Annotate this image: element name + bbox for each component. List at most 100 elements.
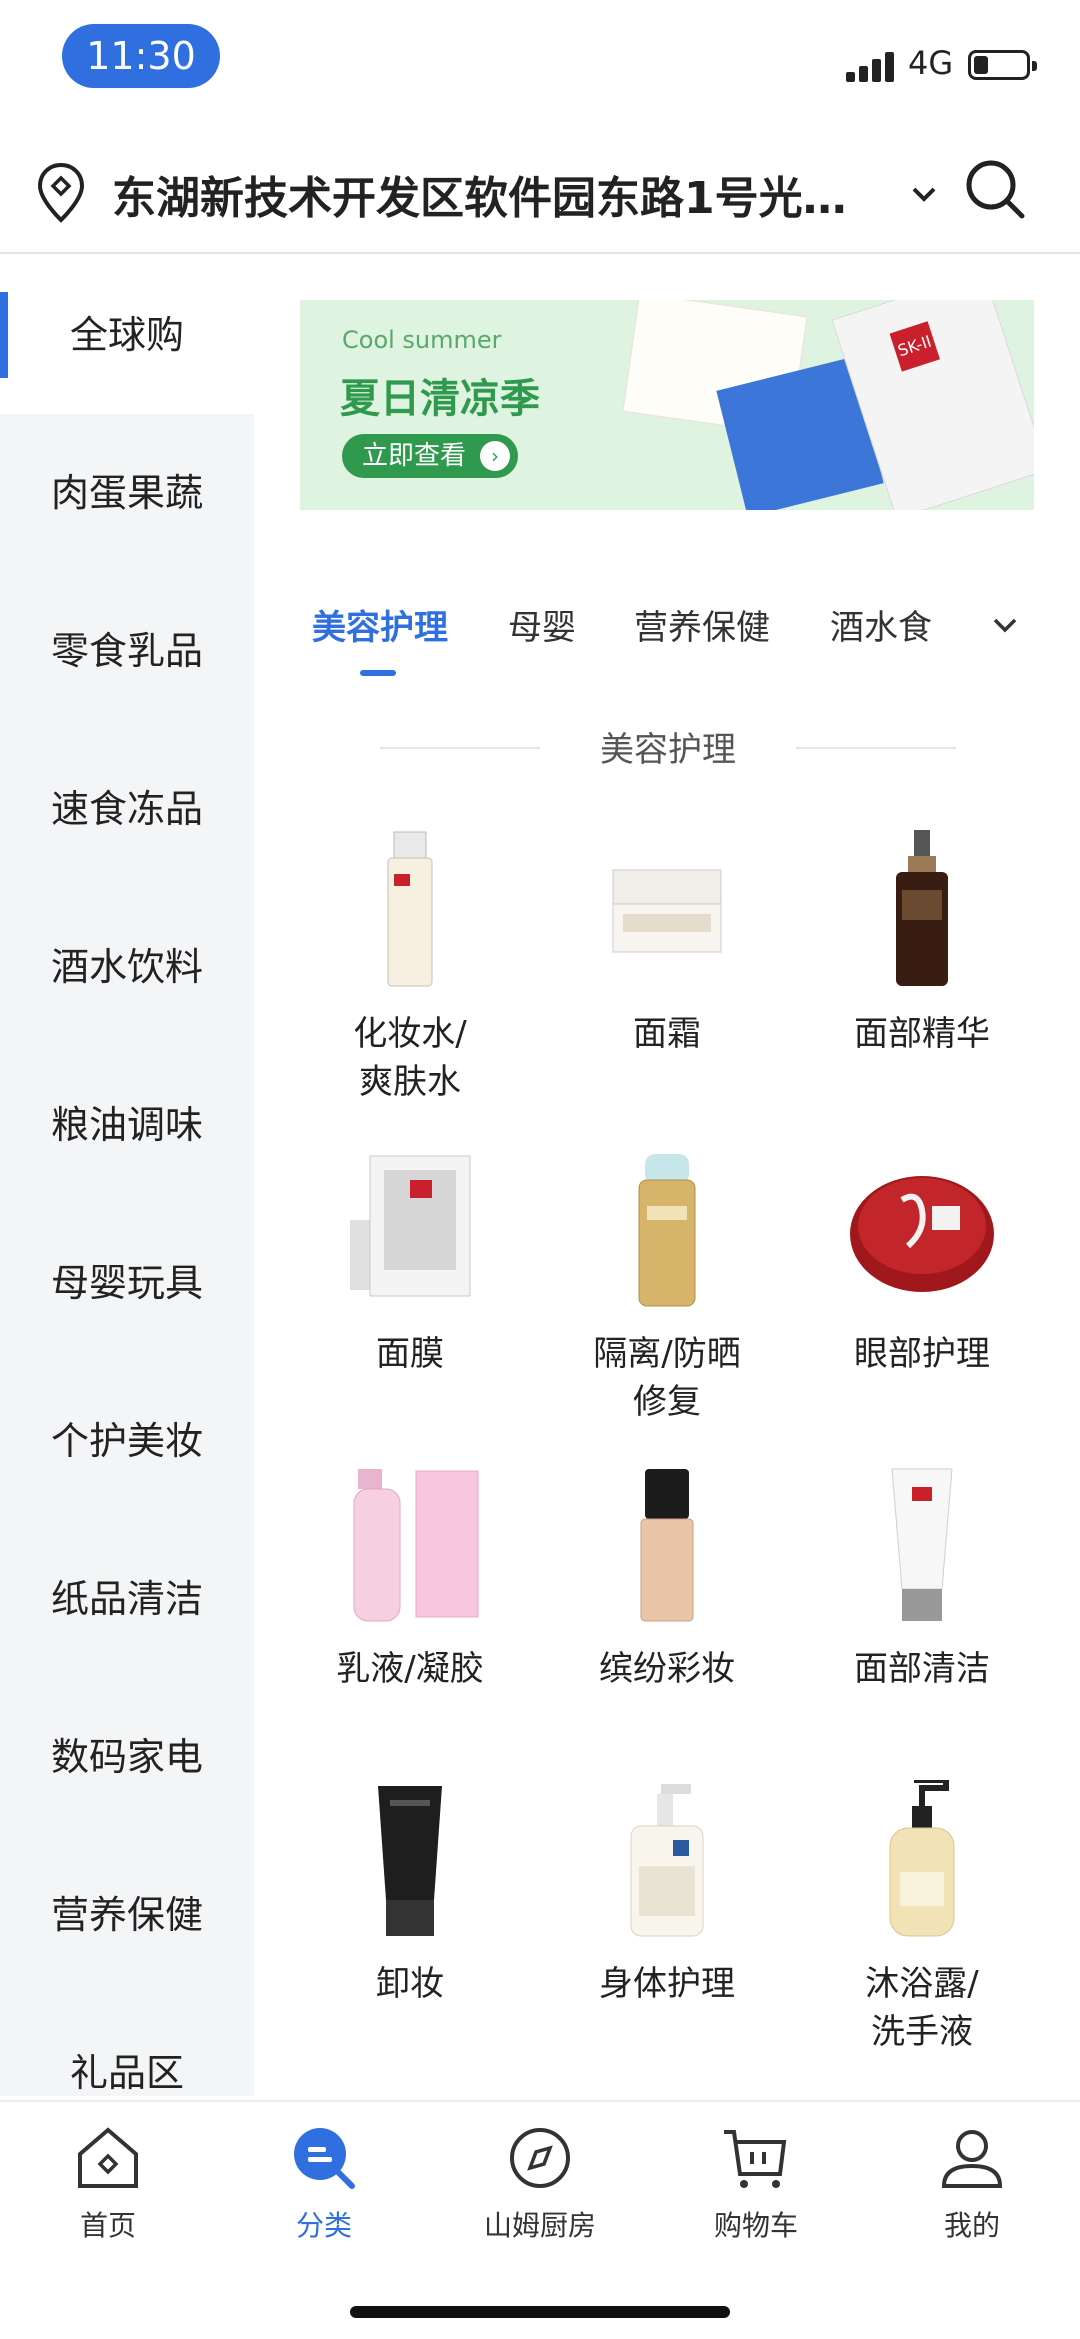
sidebar-item-label: 纸品清洁 bbox=[50, 1577, 203, 1621]
sidebar-item-label: 速食冻品 bbox=[50, 787, 203, 831]
status-bar: 11:30 4G bbox=[0, 0, 1080, 120]
sidebar-item-label: 粮油调味 bbox=[50, 1103, 203, 1147]
nav-label: 首页 bbox=[79, 2209, 136, 2242]
category-face-cleanser[interactable]: 面部清洁 bbox=[812, 1465, 1032, 1693]
sidebar-item-label: 数码家电 bbox=[50, 1735, 203, 1779]
category-label: 身体护理 bbox=[599, 1964, 735, 2004]
makeup-remover-tube-image bbox=[330, 1780, 490, 1940]
arrow-right-icon: › bbox=[480, 441, 510, 471]
status-time: 11:30 bbox=[62, 24, 220, 88]
banner-title: 夏日清凉季 bbox=[340, 376, 540, 422]
tab-nutrition[interactable]: 营养保健 bbox=[634, 600, 770, 649]
sidebar-item-global[interactable]: 全球购 bbox=[0, 256, 254, 414]
category-label: 面膜 bbox=[376, 1334, 444, 1374]
banner-button-label: 立即查看 bbox=[362, 441, 467, 471]
skii-logo: SK-II bbox=[889, 321, 940, 372]
category-lotion[interactable]: 乳液/凝胶 bbox=[300, 1465, 520, 1693]
section-heading: 美容护理 bbox=[380, 722, 956, 772]
tab-beauty-care[interactable]: 美容护理 bbox=[312, 600, 448, 649]
sidebar-item-personal-care[interactable]: 个护美妆 bbox=[0, 1362, 254, 1520]
tab-drinks-food[interactable]: 酒水食 bbox=[830, 600, 932, 649]
signal-icon bbox=[846, 50, 898, 82]
banner-subtitle: Cool summer bbox=[342, 326, 502, 354]
compass-icon bbox=[510, 2128, 570, 2188]
sidebar-item-label: 酒水饮料 bbox=[50, 945, 203, 989]
category-label: 眼部护理 bbox=[854, 1334, 990, 1374]
network-type: 4G bbox=[908, 44, 954, 82]
category-face-cream[interactable]: 面霜 bbox=[557, 830, 777, 1058]
sidebar-item-drinks[interactable]: 酒水饮料 bbox=[0, 888, 254, 1046]
category-eye-care[interactable]: 眼部护理 bbox=[812, 1150, 1032, 1378]
category-sunscreen[interactable]: 隔离/防晒 修复 bbox=[557, 1150, 777, 1426]
chevron-down-icon[interactable] bbox=[988, 608, 1022, 642]
nav-sams-kitchen[interactable]: 山姆厨房 bbox=[440, 2122, 640, 2244]
sidebar-item-grain-oil[interactable]: 粮油调味 bbox=[0, 1046, 254, 1204]
sunscreen-bottle-image bbox=[587, 1150, 747, 1310]
category-label: 面霜 bbox=[633, 1014, 701, 1054]
nav-label: 分类 bbox=[295, 2209, 352, 2242]
sidebar-item-fresh[interactable]: 肉蛋果蔬 bbox=[0, 414, 254, 572]
chevron-down-icon[interactable] bbox=[906, 176, 942, 212]
sidebar-item-baby-toys[interactable]: 母婴玩具 bbox=[0, 1204, 254, 1362]
category-label: 乳液/凝胶 bbox=[336, 1649, 484, 1689]
serum-bottle-image bbox=[842, 830, 1002, 990]
category-label: 沐浴露/ 洗手液 bbox=[865, 1964, 979, 2052]
category-serum[interactable]: 面部精华 bbox=[812, 830, 1032, 1058]
category-label: 面部清洁 bbox=[854, 1649, 990, 1689]
category-body-care[interactable]: 身体护理 bbox=[557, 1780, 777, 2008]
search-icon[interactable] bbox=[962, 156, 1028, 222]
sidebar-item-paper-cleaning[interactable]: 纸品清洁 bbox=[0, 1520, 254, 1678]
tab-active-underline bbox=[360, 670, 396, 676]
sidebar-item-label: 礼品区 bbox=[69, 2051, 184, 2095]
body-lotion-bottle-image bbox=[587, 1780, 747, 1940]
tab-baby[interactable]: 母婴 bbox=[508, 600, 576, 649]
promo-banner[interactable]: Cool summer 夏日清凉季 立即查看 › SK-II bbox=[300, 300, 1034, 510]
category-toner[interactable]: 化妆水/ 爽肤水 bbox=[300, 830, 520, 1106]
banner-view-button[interactable]: 立即查看 › bbox=[342, 434, 518, 478]
nav-label: 购物车 bbox=[713, 2209, 798, 2242]
nav-home[interactable]: 首页 bbox=[8, 2122, 208, 2244]
sidebar-item-label: 营养保健 bbox=[50, 1893, 203, 1937]
sidebar-item-electronics[interactable]: 数码家电 bbox=[0, 1678, 254, 1836]
lotion-bottle-image bbox=[330, 1465, 490, 1625]
shower-gel-bottle-image bbox=[842, 1777, 1002, 1940]
sidebar-item-label: 母婴玩具 bbox=[50, 1261, 203, 1305]
cart-icon bbox=[724, 2130, 787, 2188]
category-label: 化妆水/ 爽肤水 bbox=[353, 1014, 467, 1102]
eye-care-jar-image bbox=[842, 1150, 1002, 1310]
category-label: 卸妆 bbox=[376, 1964, 444, 2004]
category-face-mask[interactable]: 面膜 bbox=[300, 1150, 520, 1378]
face-mask-pack-image bbox=[330, 1150, 490, 1310]
category-label: 缤纷彩妆 bbox=[599, 1649, 735, 1689]
sidebar-item-frozen[interactable]: 速食冻品 bbox=[0, 730, 254, 888]
category-makeup[interactable]: 缤纷彩妆 bbox=[557, 1465, 777, 1693]
category-makeup-remover[interactable]: 卸妆 bbox=[300, 1780, 520, 2008]
nav-label: 山姆厨房 bbox=[483, 2209, 596, 2242]
location-pin-icon bbox=[37, 162, 85, 223]
profile-icon bbox=[941, 2130, 1003, 2188]
category-icon bbox=[294, 2128, 355, 2189]
nav-profile[interactable]: 我的 bbox=[872, 2122, 1072, 2244]
nav-category[interactable]: 分类 bbox=[224, 2122, 424, 2244]
category-shower-gel[interactable]: 沐浴露/ 洗手液 bbox=[812, 1777, 1032, 2056]
section-title: 美容护理 bbox=[600, 730, 736, 770]
category-label: 面部精华 bbox=[854, 1014, 990, 1054]
sidebar-item-label: 肉蛋果蔬 bbox=[50, 471, 203, 515]
home-indicator bbox=[350, 2306, 730, 2318]
address-text[interactable]: 东湖新技术开发区软件园东路1号光… bbox=[112, 162, 892, 226]
bottom-nav: 首页 分类 山姆厨房 购物车 我的 bbox=[0, 2100, 1080, 2339]
cleanser-tube-image bbox=[842, 1465, 1002, 1625]
sidebar-item-health[interactable]: 营养保健 bbox=[0, 1836, 254, 1994]
sidebar-item-label: 零食乳品 bbox=[50, 629, 203, 673]
sidebar-item-snacks[interactable]: 零食乳品 bbox=[0, 572, 254, 730]
sidebar-item-label: 全球购 bbox=[69, 313, 184, 357]
battery-icon bbox=[968, 50, 1037, 80]
subcategory-tabs: 美容护理 母婴 营养保健 酒水食 bbox=[300, 600, 1034, 680]
active-indicator bbox=[0, 292, 8, 378]
toner-bottle-image bbox=[330, 830, 490, 990]
home-icon bbox=[78, 2127, 138, 2188]
category-sidebar: 全球购 肉蛋果蔬 零食乳品 速食冻品 酒水饮料 粮油调味 母婴玩具 个护美妆 纸… bbox=[0, 256, 254, 2096]
foundation-bottle-image bbox=[587, 1465, 747, 1625]
address-bar[interactable]: 东湖新技术开发区软件园东路1号光… bbox=[0, 130, 1080, 254]
nav-cart[interactable]: 购物车 bbox=[656, 2122, 856, 2244]
